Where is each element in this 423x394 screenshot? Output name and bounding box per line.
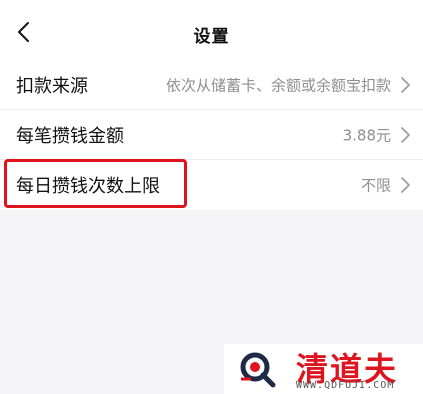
row-label: 每笔攒钱金额 (16, 125, 124, 147)
row-label: 每日攒钱次数上限 (16, 175, 160, 197)
row-value: 依次从储蓄卡、余额或余额宝扣款 (165, 76, 391, 94)
settings-page: 设置 扣款来源 依次从储蓄卡、余额或余额宝扣款 每笔攒钱金额 3.88元 每日攒… (0, 0, 423, 394)
settings-row-deduction-source[interactable]: 扣款来源 依次从储蓄卡、余额或余额宝扣款 (0, 60, 423, 110)
page-title: 设置 (193, 27, 230, 47)
chevron-right-icon (399, 176, 411, 193)
chevron-right-icon (399, 126, 411, 143)
settings-list: 扣款来源 依次从储蓄卡、余额或余额宝扣款 每笔攒钱金额 3.88元 每日攒钱次数… (0, 60, 423, 209)
settings-row-amount-per-save[interactable]: 每笔攒钱金额 3.88元 (0, 110, 423, 160)
chevron-left-icon (18, 22, 29, 42)
row-label: 扣款来源 (16, 75, 88, 97)
magnifier-logo-icon (237, 349, 277, 389)
watermark-url: WWW.QDFUJI.COM (296, 380, 395, 391)
row-value: 不限 (360, 176, 391, 194)
settings-row-daily-limit[interactable]: 每日攒钱次数上限 不限 (0, 160, 423, 209)
watermark: 清道夫 WWW.QDFUJI.COM (224, 344, 423, 394)
back-button[interactable] (10, 18, 38, 46)
row-value: 3.88元 (342, 126, 391, 144)
nav-bar: 设置 (0, 0, 423, 60)
chevron-right-icon (399, 76, 411, 93)
